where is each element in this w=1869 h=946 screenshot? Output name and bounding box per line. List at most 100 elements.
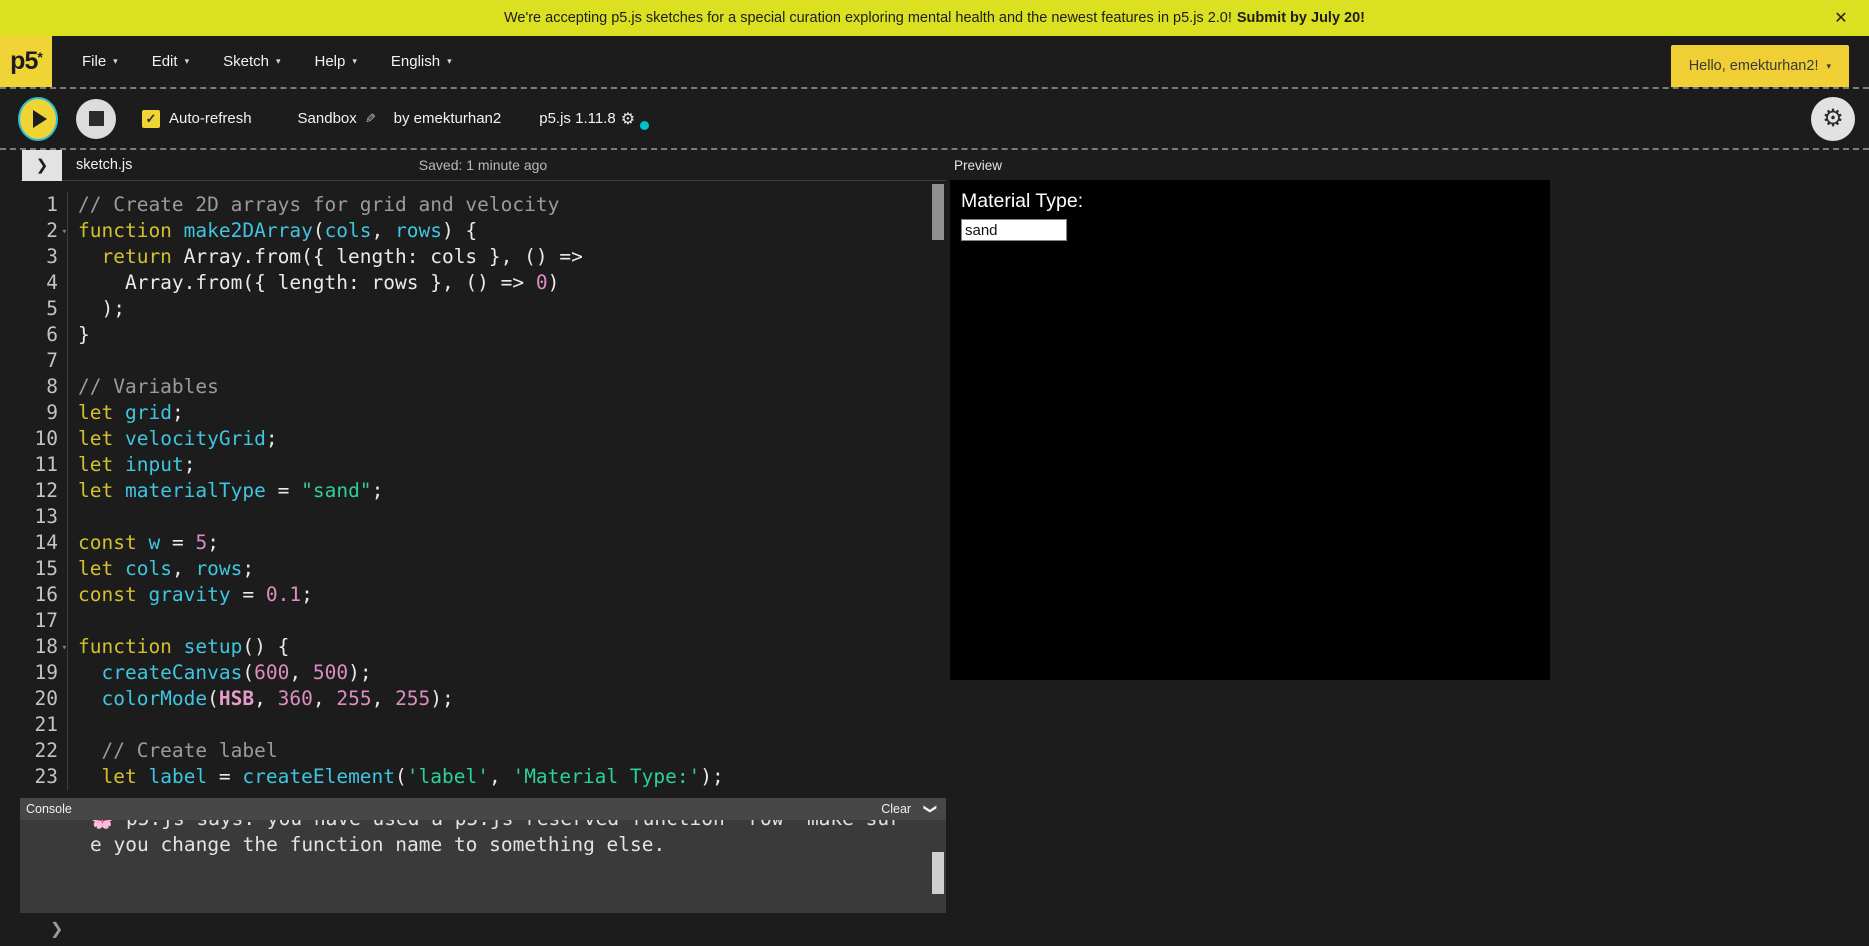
tab-sketch-js[interactable]: sketch.js (76, 157, 132, 173)
version-settings-gear-icon[interactable]: ⚙ (621, 109, 635, 129)
line-number: 3 (20, 244, 68, 270)
console-scrollbar-thumb[interactable] (932, 852, 944, 894)
line-number: 2▾ (20, 218, 68, 244)
line-number: 6 (20, 322, 68, 348)
settings-button[interactable]: ⚙ (1811, 97, 1855, 141)
code-text: colorMode(HSB, 360, 255, 255); (68, 686, 454, 712)
more-info-url[interactable]: https://p5js.org/reference/p5/row (337, 911, 724, 913)
stop-button[interactable] (76, 99, 116, 139)
sketch-canvas[interactable]: Material Type: (950, 180, 1550, 680)
line-number: 20 (20, 686, 68, 712)
project-name-group: Sandbox ✎ (298, 110, 376, 127)
code-line[interactable]: 6} (20, 322, 946, 348)
code-text: return Array.from({ length: cols }, () =… (68, 244, 583, 270)
play-icon (33, 110, 47, 128)
code-line[interactable]: 10let velocityGrid; (20, 426, 946, 452)
console-line (90, 858, 946, 884)
line-number: 21 (20, 712, 68, 738)
close-icon[interactable]: ✕ (1827, 0, 1855, 36)
code-line[interactable]: 4 Array.from({ length: rows }, () => 0) (20, 270, 946, 296)
menu-sketch[interactable]: Sketch▾ (209, 45, 294, 78)
code-line[interactable]: 1// Create 2D arrays for grid and veloci… (20, 192, 946, 218)
menu-edit[interactable]: Edit▾ (138, 45, 203, 78)
code-line[interactable]: 23 let label = createElement('label', 'M… (20, 764, 946, 790)
checkbox-checked-icon[interactable]: ✓ (142, 110, 160, 128)
console-collapse-icon[interactable]: ❯ (923, 804, 939, 815)
file-header: ❯ sketch.js Saved: 1 minute ago (20, 150, 946, 181)
line-number: 11 (20, 452, 68, 478)
edit-pencil-icon[interactable]: ✎ (365, 111, 376, 127)
line-number: 18▾ (20, 634, 68, 660)
material-type-input[interactable] (961, 219, 1067, 241)
line-number: 7 (20, 348, 68, 374)
code-text: Array.from({ length: rows }, () => 0) (68, 270, 559, 296)
console-clipped-row: 🌸 p5.js says: you have used a p5.js rese… (90, 820, 946, 832)
console-input-row[interactable]: ❯ (20, 913, 946, 944)
console-output[interactable]: 🌸 p5.js says: you have used a p5.js rese… (20, 820, 946, 913)
chevron-down-icon: ▾ (276, 56, 281, 67)
console-title: Console (26, 802, 72, 816)
console-more-info-line: + More info: https://p5js.org/reference/… (90, 884, 946, 910)
code-line[interactable]: 3 return Array.from({ length: cols }, ()… (20, 244, 946, 270)
menu-file[interactable]: File▾ (68, 45, 132, 78)
code-line[interactable]: 18▾function setup() { (20, 634, 946, 660)
project-author[interactable]: by emekturhan2 (394, 110, 502, 127)
code-text: let materialType = "sand"; (68, 478, 383, 504)
code-editor[interactable]: 1// Create 2D arrays for grid and veloci… (20, 181, 946, 798)
line-number: 4 (20, 270, 68, 296)
editor-scrollbar-thumb[interactable] (932, 184, 944, 240)
code-text: let label = createElement('label', 'Mate… (68, 764, 724, 790)
code-line[interactable]: 11let input; (20, 452, 946, 478)
line-number: 8 (20, 374, 68, 400)
menu-english[interactable]: English▾ (377, 45, 466, 78)
code-line[interactable]: 20 colorMode(HSB, 360, 255, 255); (20, 686, 946, 712)
code-line[interactable]: 16const gravity = 0.1; (20, 582, 946, 608)
code-line[interactable]: 17 (20, 608, 946, 634)
fold-arrow-icon[interactable]: ▾ (62, 219, 67, 245)
code-line[interactable]: 13 (20, 504, 946, 530)
line-number: 17 (20, 608, 68, 634)
p5-logo[interactable]: p5* (0, 36, 52, 87)
code-text: const w = 5; (68, 530, 219, 556)
notification-dot (640, 121, 649, 130)
code-text: createCanvas(600, 500); (68, 660, 372, 686)
line-number: 12 (20, 478, 68, 504)
line-number: 14 (20, 530, 68, 556)
code-lines: 1// Create 2D arrays for grid and veloci… (20, 192, 946, 790)
code-line[interactable]: 22 // Create label (20, 738, 946, 764)
auto-refresh-toggle[interactable]: ✓ Auto-refresh (142, 110, 252, 128)
more-info-label: + More info: (184, 911, 337, 913)
fold-arrow-icon[interactable]: ▾ (62, 635, 67, 661)
announcement-banner: We're accepting p5.js sketches for a spe… (0, 0, 1869, 36)
auto-refresh-label: Auto-refresh (169, 110, 252, 127)
chevron-down-icon: ▾ (447, 56, 452, 67)
gear-icon: ⚙ (1822, 104, 1844, 133)
account-greeting: Hello, emekturhan2! (1689, 58, 1819, 74)
code-line[interactable]: 5 ); (20, 296, 946, 322)
code-text (68, 712, 78, 738)
code-text: function setup() { (68, 634, 289, 660)
main-area: ❯ sketch.js Saved: 1 minute ago 1// Crea… (0, 150, 1869, 944)
code-text: let velocityGrid; (68, 426, 278, 452)
account-menu-button[interactable]: Hello, emekturhan2! ▾ (1671, 45, 1849, 87)
code-line[interactable]: 2▾function make2DArray(cols, rows) { (20, 218, 946, 244)
code-line[interactable]: 21 (20, 712, 946, 738)
menu-help[interactable]: Help▾ (300, 45, 370, 78)
stop-icon (89, 111, 104, 126)
line-number: 23 (20, 764, 68, 790)
project-name: Sandbox (298, 110, 357, 127)
chevron-down-icon: ▾ (352, 56, 357, 67)
code-line[interactable]: 19 createCanvas(600, 500); (20, 660, 946, 686)
code-line[interactable]: 8// Variables (20, 374, 946, 400)
play-button[interactable] (18, 97, 58, 141)
code-line[interactable]: 14const w = 5; (20, 530, 946, 556)
announcement-deadline: Submit by July 20! (1237, 10, 1365, 26)
code-line[interactable]: 7 (20, 348, 946, 374)
console-clear-button[interactable]: Clear (881, 802, 911, 816)
code-line[interactable]: 12let materialType = "sand"; (20, 478, 946, 504)
sidebar-expand-button[interactable]: ❯ (22, 150, 62, 181)
announcement-text: We're accepting p5.js sketches for a spe… (504, 10, 1232, 26)
code-text: let cols, rows; (68, 556, 254, 582)
code-line[interactable]: 9let grid; (20, 400, 946, 426)
code-line[interactable]: 15let cols, rows; (20, 556, 946, 582)
